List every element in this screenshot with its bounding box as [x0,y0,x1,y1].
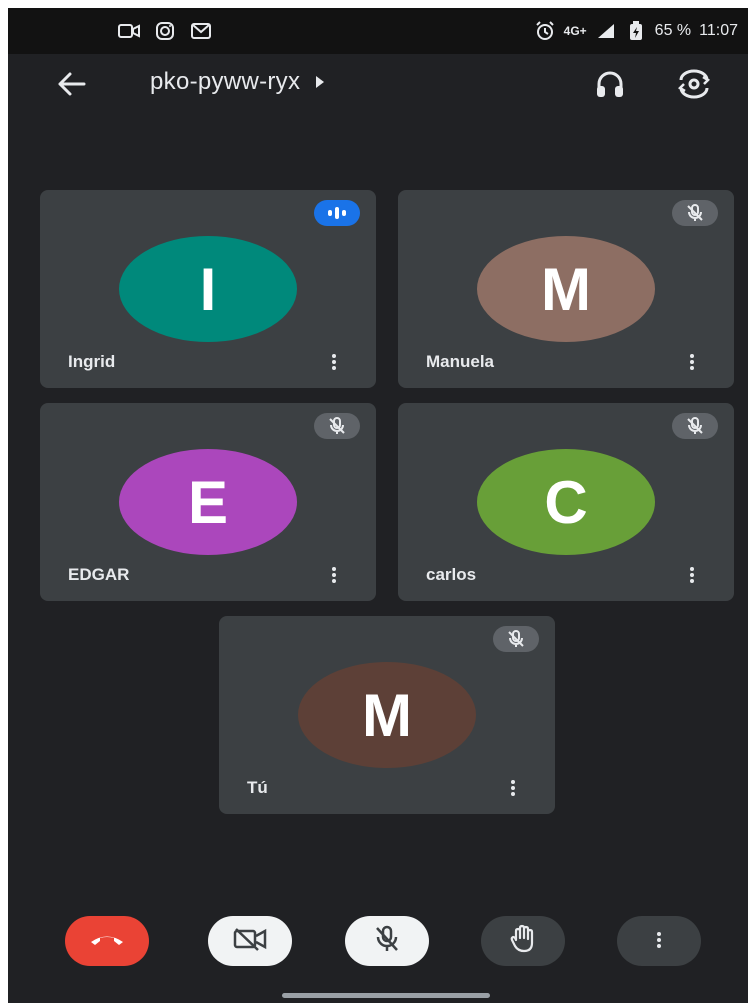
home-indicator[interactable] [282,993,490,998]
mic-off-icon [314,413,360,439]
meeting-title-button[interactable]: pko-pyww-ryx [150,68,325,96]
network-type: 4G+ [563,24,587,38]
avatar: E [119,449,297,555]
participant-name: EDGAR [68,565,130,584]
more-vert-icon[interactable] [688,565,696,587]
raise-hand-icon [509,924,537,959]
status-bar: 4G+ 65 % 11:07 [8,8,748,54]
meeting-code: pko-pyww-ryx [150,68,301,95]
mic-off-icon [672,413,718,439]
battery-charging-icon [625,20,647,42]
video-notification-icon [118,20,140,42]
caret-right-icon [316,76,325,88]
mic-off-icon [493,626,539,652]
self-tile[interactable]: M Tú [219,616,555,814]
notification-icons [118,20,212,42]
more-vert-icon[interactable] [330,565,338,587]
avatar: I [119,236,297,342]
hang-up-icon [87,929,127,954]
instagram-icon [154,20,176,42]
more-vert-icon[interactable] [688,352,696,374]
avatar: M [477,236,655,342]
system-status: 4G+ 65 % 11:07 [534,20,738,42]
participant-tile[interactable]: M Manuela [398,190,734,388]
participant-tile[interactable]: I Ingrid [40,190,376,388]
more-vert-icon[interactable] [509,778,517,800]
frame-border-top [0,0,754,8]
mic-off-icon [672,200,718,226]
more-vert-icon[interactable] [330,352,338,374]
frame-border-right [748,0,754,1003]
call-controls [8,906,748,976]
raise-hand-button[interactable] [481,916,565,966]
more-options-button[interactable] [617,916,701,966]
video-off-icon [232,926,268,957]
speaking-indicator [314,200,360,226]
participant-tile[interactable]: E EDGAR [40,403,376,601]
participant-name: Tú [247,778,268,797]
camera-toggle-button[interactable] [208,916,292,966]
mic-toggle-button[interactable] [345,916,429,966]
signal-icon [595,20,617,42]
battery-percent: 65 % [654,22,692,39]
arrow-left-icon[interactable] [54,68,90,100]
alarm-icon [534,20,556,42]
avatar: M [298,662,476,768]
end-call-button[interactable] [65,916,149,966]
meeting-header: pko-pyww-ryx [8,54,748,114]
frame-border-left [0,0,8,1003]
participant-name: Ingrid [68,352,116,371]
clock: 11:07 [699,22,738,39]
more-vert-icon [655,930,663,952]
gmail-icon [190,20,212,42]
headphones-icon[interactable] [592,66,628,102]
participant-name: Manuela [426,352,495,371]
participant-name: carlos [426,565,477,584]
participant-tile[interactable]: C carlos [398,403,734,601]
mic-off-icon [372,925,402,958]
switch-camera-icon[interactable] [676,66,712,102]
avatar: C [477,449,655,555]
